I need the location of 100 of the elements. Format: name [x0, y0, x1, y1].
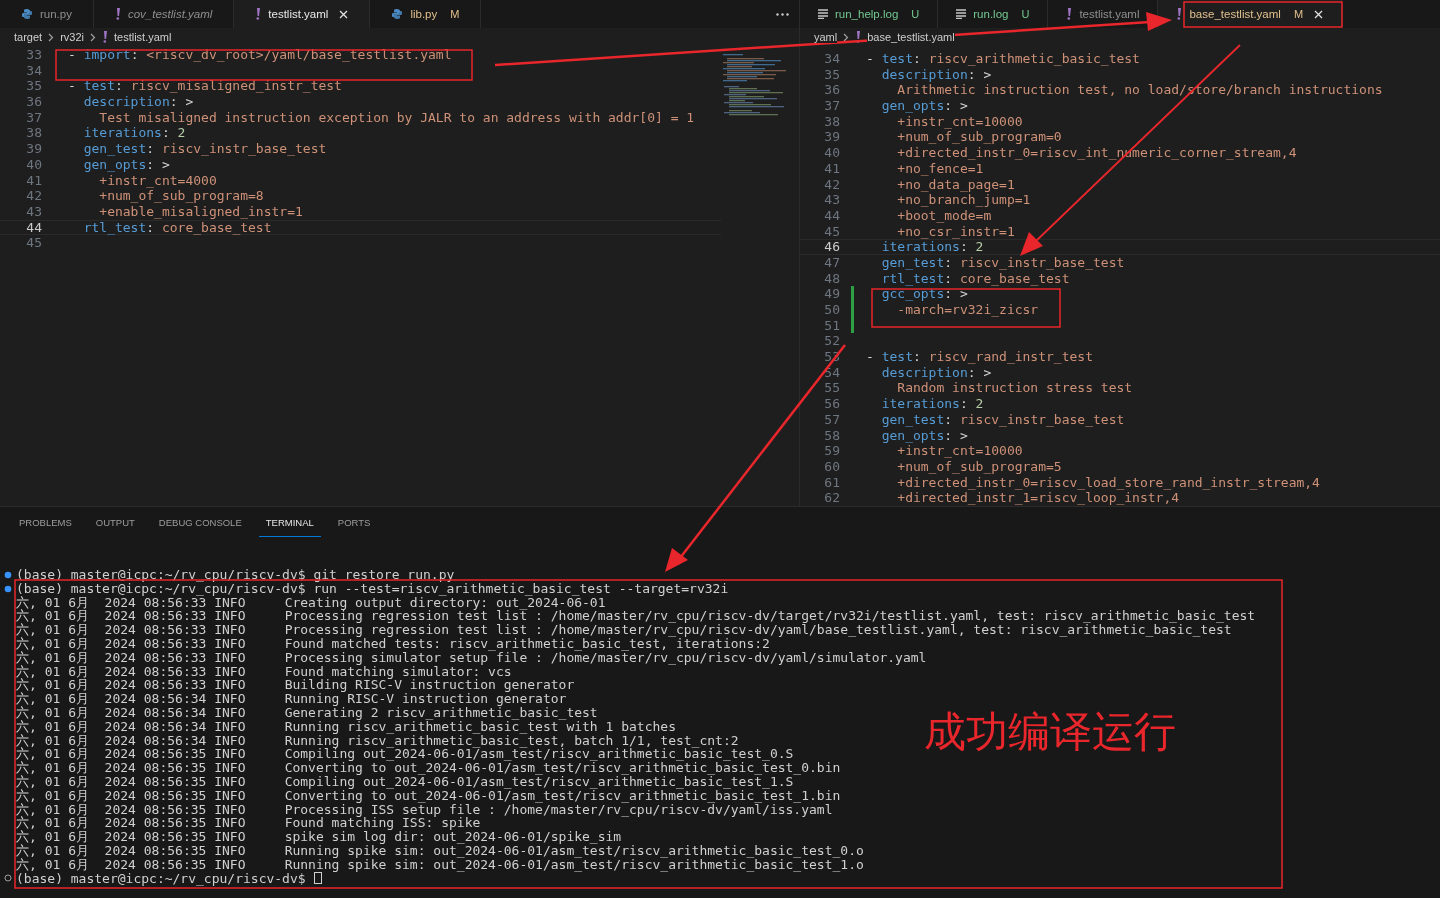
line-number: 39	[25, 141, 42, 157]
line-number: 41	[823, 160, 840, 177]
line-number: 57	[823, 411, 840, 428]
code-line: description: >	[880, 66, 992, 83]
terminal-log-line: 六, 01 6月 2024 08:56:35 INFO Found matching ISS: spike	[16, 816, 481, 831]
breadcrumb-item[interactable]: yaml	[814, 31, 838, 43]
line-number: 59	[823, 443, 840, 459]
line-number: 49	[823, 286, 840, 302]
code-line: gen_test: riscv_instr_base_test	[880, 411, 1125, 428]
terminal-log-line: 六, 01 6月 2024 08:56:33 INFO Creating output directory: out_2024-06-01	[16, 595, 606, 610]
line-number: 33	[25, 47, 42, 63]
breadcrumb-item[interactable]: target	[14, 31, 43, 43]
line-number: 46	[823, 239, 840, 255]
chevron-icon	[48, 32, 55, 42]
line-number: 34	[823, 51, 840, 67]
line-number: 38	[823, 113, 840, 130]
panel-tab[interactable]: PORTS	[330, 515, 378, 537]
code-line: +instr_cnt=4000	[98, 172, 217, 189]
python-icon	[21, 8, 33, 20]
annotation-text: 成功编译运行	[924, 706, 1176, 758]
terminal-log-line: 六, 01 6月 2024 08:56:35 INFO Compiling out_2024-06-01/asm_test/riscv_arithmetic_basic_test_0.S	[16, 747, 794, 762]
code-line: iterations: 2	[880, 239, 984, 255]
terminal-log-line: 六, 01 6月 2024 08:56:35 INFO Compiling out_2024-06-01/asm_test/riscv_arithmetic_basic_test_1.S	[16, 774, 794, 789]
code-line: +no_csr_instr=1	[896, 223, 1015, 240]
code-line: +no_branch_jump=1	[896, 192, 1031, 208]
code-line: +no_data_page=1	[896, 176, 1015, 193]
breadcrumb-item[interactable]: rv32i	[60, 31, 84, 43]
code-line: +directed_instr_1=riscv_loop_instr,4	[896, 490, 1180, 506]
close-icon	[1314, 9, 1324, 19]
line-number: 55	[823, 380, 840, 397]
breadcrumb-item[interactable]: base_testlist.yaml	[867, 31, 955, 43]
line-number: 60	[823, 458, 840, 475]
exclamation-icon	[1066, 8, 1073, 20]
code-line: gen_test: riscv_instr_base_test	[880, 254, 1125, 271]
line-number: 42	[823, 176, 840, 193]
panel-tab[interactable]: TERMINAL	[258, 515, 321, 537]
code-line: rtl_test: core_base_test	[82, 219, 272, 236]
line-number: 36	[823, 82, 840, 99]
line-number: 35	[823, 66, 840, 83]
line-number: 44	[25, 219, 42, 236]
git-status-label: M	[450, 8, 460, 20]
line-number: 62	[823, 490, 840, 506]
line-number: 47	[823, 254, 840, 271]
code-line: +instr_cnt=10000	[896, 443, 1023, 459]
line-number: 48	[823, 270, 840, 287]
code-line: iterations: 2	[880, 396, 984, 412]
line-number: 41	[25, 172, 42, 189]
line-number: 35	[25, 78, 42, 95]
panel-tab[interactable]: PROBLEMS	[12, 515, 79, 537]
code-line: description: >	[880, 364, 992, 381]
code-line: description: >	[82, 94, 194, 110]
code-line: rtl_test: core_base_test	[880, 270, 1070, 287]
code-line: +num_of_sub_program=5	[896, 458, 1062, 475]
line-number: 37	[25, 109, 42, 126]
panel-tab[interactable]: DEBUG CONSOLE	[151, 515, 249, 537]
line-number: 43	[823, 192, 840, 208]
code-line: +num_of_sub_program=0	[896, 129, 1062, 146]
git-status-label: U	[1021, 8, 1030, 20]
code-line: gen_opts: >	[880, 427, 968, 444]
code-line: gen_opts: >	[880, 98, 968, 114]
terminal-log-line: 六, 01 6月 2024 08:56:35 INFO Converting to out_2024-06-01/asm_test/riscv_arithmetic_basic_test_0.bin	[16, 761, 841, 775]
exclamation-icon	[855, 31, 862, 43]
line-number: 37	[823, 98, 840, 114]
line-number: 43	[25, 203, 42, 220]
editor-tab[interactable]: testlist.yaml	[234, 0, 371, 28]
python-icon	[391, 8, 404, 20]
terminal-log-line: 六, 01 6月 2024 08:56:35 INFO Running spike sim: out_2024-06-01/asm_test/riscv_arithmetic_basic_test_1.o	[16, 857, 864, 872]
close-icon	[339, 9, 349, 19]
code-line: Random instruction stress test	[896, 380, 1133, 397]
close-button[interactable]	[339, 9, 349, 19]
line-number: 44	[823, 207, 840, 224]
terminal-log-line: 六, 01 6月 2024 08:56:35 INFO Converting to out_2024-06-01/asm_test/riscv_arithmetic_basic_test_1.bin	[16, 788, 841, 803]
line-number: 34	[25, 62, 42, 79]
terminal-log-line: 六, 01 6月 2024 08:56:34 INFO Running riscv_arithmetic_basic_test with 1 batches	[16, 719, 676, 734]
code-line: gen_opts: >	[82, 156, 170, 173]
panel-tab[interactable]: OUTPUT	[88, 515, 142, 537]
lines-icon	[818, 9, 828, 19]
code-line: Test misaligned instruction exception by JALR to an address with addr[0] = 1	[98, 109, 695, 126]
code-line: +boot_mode=m	[896, 207, 992, 224]
code-line: +no_fence=1	[896, 160, 984, 177]
line-number: 40	[25, 156, 42, 173]
exclamation-icon	[102, 31, 108, 43]
code-line: +directed_instr_0=riscv_load_store_rand_instr_stream,4	[896, 474, 1320, 491]
breadcrumb-item[interactable]: testlist.yaml	[114, 31, 172, 43]
close-button[interactable]	[1314, 9, 1324, 19]
git-status-label: M	[1293, 8, 1304, 20]
terminal-log-line: 六, 01 6月 2024 08:56:34 INFO Running riscv_arithmetic_basic_test, batch 1/1, test_cnt:2	[16, 733, 739, 748]
terminal-command: (base) master@icpc:~/rv_cpu/riscv-dv$ run --test=riscv_arithmetic_basic_test --target=rv32i	[16, 581, 729, 596]
terminal-log-line: 六, 01 6月 2024 08:56:33 INFO Found matching simulator: vcs	[16, 664, 512, 679]
terminal-log-line: 六, 01 6月 2024 08:56:33 INFO Processing simulator setup file : /home/master/rv_cpu/riscv-dv/yaml/simulator.yaml	[16, 650, 927, 665]
code-line: +instr_cnt=10000	[896, 113, 1023, 130]
line-number: 38	[25, 125, 42, 142]
more-icon[interactable]	[776, 12, 789, 16]
terminal-log-line: 六, 01 6月 2024 08:56:35 INFO Running spike sim: out_2024-06-01/asm_test/riscv_arithmetic_basic_test_0.o	[16, 843, 864, 858]
line-number: 39	[823, 129, 840, 146]
terminal-command: (base) master@icpc:~/rv_cpu/riscv-dv$ git restore run.py	[16, 568, 455, 582]
code-line: - test: riscv_rand_instr_test	[866, 349, 1093, 365]
terminal-log-line: 六, 01 6月 2024 08:56:35 INFO Processing ISS setup file : /home/master/rv_cpu/riscv-dv/yaml/iss.yaml	[16, 802, 833, 817]
terminal-log-line: 六, 01 6月 2024 08:56:33 INFO Found matched tests: riscv_arithmetic_basic_test, iterations:2	[16, 637, 770, 651]
code-line: -march=rv32i_zicsr	[896, 302, 1039, 318]
